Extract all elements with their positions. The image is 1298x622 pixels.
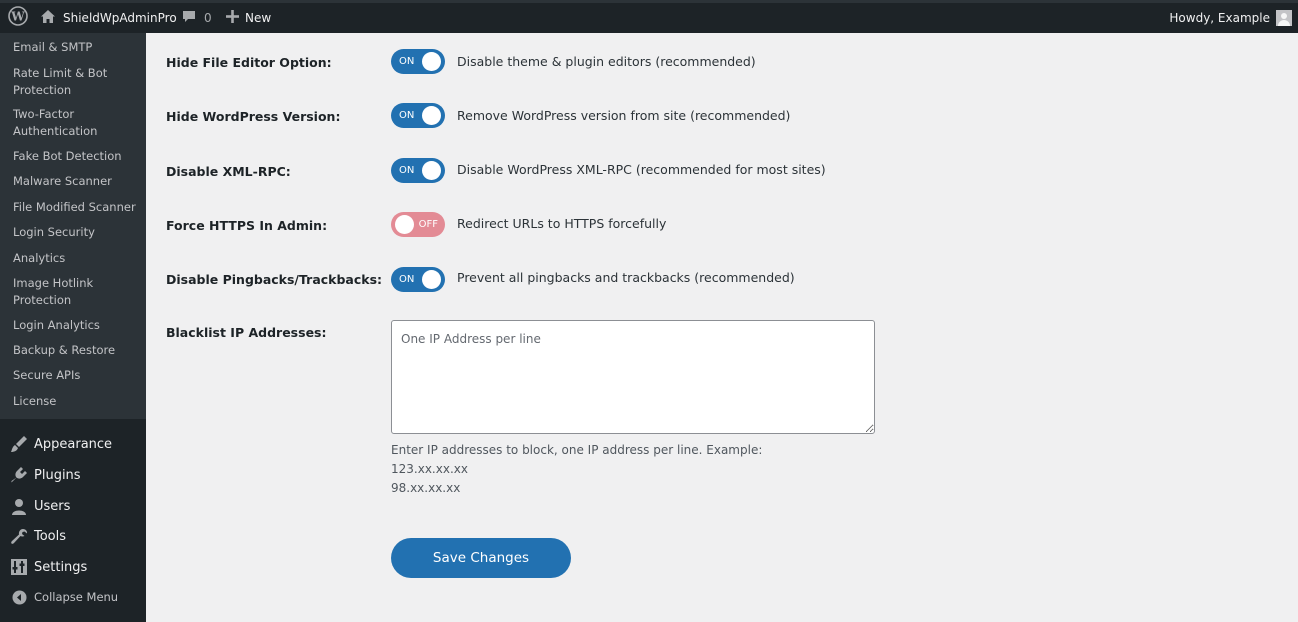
setting-label-disable-pingbacks: Disable Pingbacks/Trackbacks: [166, 272, 383, 287]
setting-label-hide-wp-version: Hide WordPress Version: [166, 109, 341, 124]
submenu-item-two-factor[interactable]: Two-Factor Authentication [13, 106, 141, 140]
wrench-icon [9, 526, 29, 546]
plus-icon [226, 10, 239, 26]
submenu-item-backup-restore[interactable]: Backup & Restore [13, 342, 141, 359]
collapse-arrow-icon [9, 587, 29, 607]
menu-item-settings[interactable]: Settings [0, 552, 146, 582]
setting-label-hide-file-editor: Hide File Editor Option: [166, 55, 332, 70]
toggle-knob [422, 52, 441, 71]
toggle-knob [422, 270, 441, 289]
admin-bar: W ShieldWpAdminPro 0 New Howdy, Example [0, 0, 1298, 33]
setting-label-disable-xmlrpc: Disable XML-RPC: [166, 164, 291, 179]
toggle-knob [395, 215, 414, 234]
new-content-link[interactable]: New [226, 9, 271, 27]
toggle-hide-wp-version[interactable]: ON [391, 103, 445, 128]
admin-sidebar: Email & SMTP Rate Limit & Bot Protection… [0, 33, 146, 622]
toggle-state-label: ON [399, 165, 415, 176]
svg-text:W: W [10, 9, 25, 23]
setting-description: Disable WordPress XML-RPC (recommended f… [457, 162, 826, 177]
user-avatar-icon [1276, 10, 1292, 26]
admin-bar-top-border [0, 0, 1298, 3]
settings-content: Hide File Editor Option: ON Disable them… [146, 33, 1298, 622]
sliders-icon [9, 557, 29, 577]
toggle-knob [422, 161, 441, 180]
submenu-item-login-analytics[interactable]: Login Analytics [13, 317, 141, 334]
blacklist-ip-textarea[interactable] [391, 320, 875, 434]
wordpress-logo-icon: W [8, 5, 28, 29]
blacklist-help-text: Enter IP addresses to block, one IP addr… [391, 443, 763, 457]
submenu-item-login-security[interactable]: Login Security [13, 224, 141, 241]
toggle-disable-pingbacks[interactable]: ON [391, 267, 445, 292]
toggle-state-label: ON [399, 274, 415, 285]
toggle-knob [422, 106, 441, 125]
user-icon [9, 496, 29, 516]
blacklist-example-ip-1: 123.xx.xx.xx [391, 462, 468, 476]
submenu-item-email-smtp[interactable]: Email & SMTP [13, 39, 141, 56]
comments-count: 0 [204, 11, 212, 25]
menu-item-label: Users [34, 498, 71, 514]
toggle-state-label: ON [399, 110, 415, 121]
menu-item-label: Appearance [34, 436, 113, 452]
toggle-force-https[interactable]: OFF [391, 212, 445, 237]
home-icon [40, 9, 56, 27]
new-label: New [245, 11, 272, 25]
comment-bubble-icon [182, 10, 196, 26]
menu-item-label: Settings [34, 559, 88, 575]
toggle-disable-xmlrpc[interactable]: ON [391, 158, 445, 183]
setting-description: Remove WordPress version from site (reco… [457, 108, 791, 123]
shield-submenu: Email & SMTP Rate Limit & Bot Protection… [0, 33, 146, 419]
collapse-menu-button[interactable]: Collapse Menu [0, 582, 146, 612]
setting-description: Prevent all pingbacks and trackbacks (re… [457, 270, 795, 285]
setting-label-blacklist-ip: Blacklist IP Addresses: [166, 325, 327, 340]
wordpress-logo-button[interactable]: W [8, 5, 28, 29]
menu-item-label: Tools [34, 528, 67, 544]
site-name-label: ShieldWpAdminPro [63, 11, 177, 25]
submenu-item-malware-scanner[interactable]: Malware Scanner [13, 173, 141, 190]
howdy-label: Howdy, Example [1169, 11, 1270, 25]
plug-icon [9, 465, 29, 485]
paintbrush-icon [9, 434, 29, 454]
menu-item-label: Plugins [34, 467, 81, 483]
setting-description: Redirect URLs to HTTPS forcefully [457, 216, 667, 231]
submenu-item-license[interactable]: License [13, 393, 141, 410]
submenu-item-file-modified[interactable]: File Modified Scanner [13, 199, 141, 216]
site-name-link[interactable]: ShieldWpAdminPro [40, 9, 177, 27]
submenu-item-secure-apis[interactable]: Secure APIs [13, 367, 141, 384]
blacklist-example-ip-2: 98.xx.xx.xx [391, 481, 461, 495]
collapse-menu-label: Collapse Menu [34, 590, 119, 604]
toggle-state-label: ON [399, 56, 415, 67]
save-changes-button[interactable]: Save Changes [391, 538, 571, 578]
setting-label-force-https: Force HTTPS In Admin: [166, 218, 328, 233]
toggle-state-label: OFF [418, 219, 438, 230]
menu-item-plugins[interactable]: Plugins [0, 460, 146, 490]
comments-link[interactable]: 0 [182, 9, 212, 27]
menu-item-tools[interactable]: Tools [0, 521, 146, 551]
submenu-item-image-hotlink[interactable]: Image Hotlink Protection [13, 275, 141, 309]
submenu-item-fake-bot[interactable]: Fake Bot Detection [13, 148, 141, 165]
menu-item-users[interactable]: Users [0, 491, 146, 521]
toggle-hide-file-editor[interactable]: ON [391, 49, 445, 74]
submenu-item-analytics[interactable]: Analytics [13, 250, 141, 267]
submenu-item-rate-limit[interactable]: Rate Limit & Bot Protection [13, 65, 141, 99]
menu-item-appearance[interactable]: Appearance [0, 429, 146, 459]
setting-description: Disable theme & plugin editors (recommen… [457, 54, 756, 69]
account-menu[interactable]: Howdy, Example [1169, 9, 1292, 27]
